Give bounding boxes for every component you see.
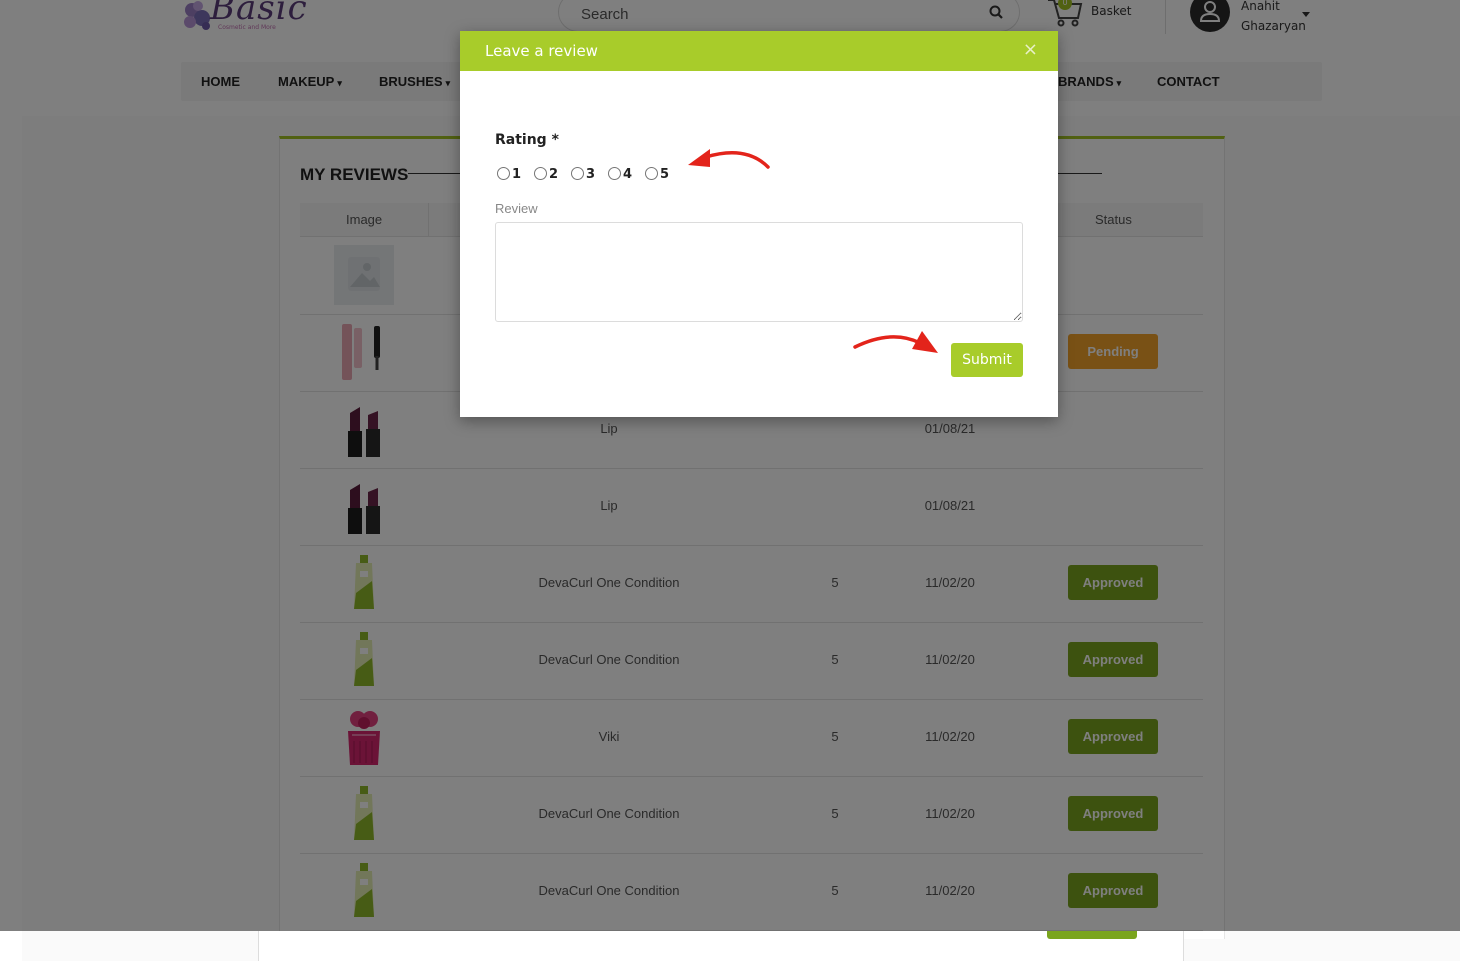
rating-radio-3[interactable]: [571, 167, 584, 180]
close-icon[interactable]: ×: [1023, 39, 1038, 60]
annotation-arrow-submit: [853, 331, 938, 353]
rating-radio-4[interactable]: [608, 167, 621, 180]
annotation-arrow-rating: [688, 149, 770, 169]
rating-option-2[interactable]: 2: [534, 165, 558, 182]
modal-title: Leave a review: [485, 42, 598, 60]
submit-button[interactable]: Submit: [951, 343, 1023, 377]
review-label: Review: [495, 201, 538, 216]
review-modal: Leave a review × Rating * 1 2 3 4 5 Revi…: [460, 31, 1058, 417]
rating-option-3[interactable]: 3: [571, 165, 595, 182]
rating-radio-2[interactable]: [534, 167, 547, 180]
rating-option-5[interactable]: 5: [645, 165, 669, 182]
review-textarea[interactable]: [495, 222, 1023, 322]
rating-radio-1[interactable]: [497, 167, 510, 180]
rating-label: Rating *: [495, 132, 559, 148]
rating-radio-5[interactable]: [645, 167, 658, 180]
rating-option-4[interactable]: 4: [608, 165, 632, 182]
modal-header: Leave a review ×: [460, 31, 1058, 71]
next-row-peek: [258, 931, 1184, 961]
status-badge-partial: [1047, 931, 1137, 939]
rating-option-1[interactable]: 1: [497, 165, 521, 182]
